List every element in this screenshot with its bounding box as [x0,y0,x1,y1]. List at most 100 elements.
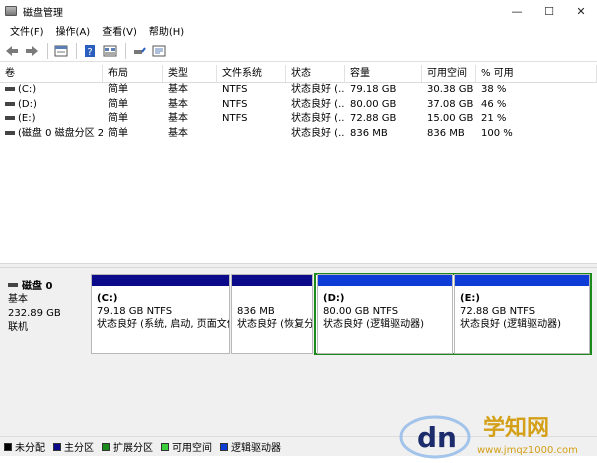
cell-percent-free: 38 % [481,84,507,95]
cell-filesystem: NTFS [222,113,248,124]
cell-layout: 简单 [108,84,128,95]
cell-status: 状态良好 (... [291,113,345,124]
minimize-button[interactable]: — [501,0,533,22]
legend-swatch [220,442,228,451]
partition-name: (C:) [97,293,118,304]
cell-free-space: 836 MB [427,127,465,139]
partition-size: 80.00 GB NTFS [323,306,399,317]
cell-capacity: 72.88 GB [350,113,397,124]
col-status[interactable]: 状态 [286,65,345,82]
menu-bar: 文件(F) 操作(A) 查看(V) 帮助(H) [0,22,597,39]
cell-status: 状态良好 (... [291,98,345,110]
cell-layout: 简单 [108,113,128,124]
col-type[interactable]: 类型 [163,65,217,82]
partition-status: 状态良好 (系统, 启动, 页面文件 [97,319,229,330]
forward-button[interactable] [23,42,41,60]
cell-type: 基本 [168,84,188,95]
cell-text: (C:) [18,84,37,95]
cell-volume: (E:) [0,112,103,127]
legend-item: 扩展分区 [102,439,153,454]
col-percent-free[interactable]: % 可用 [476,65,597,82]
logical-drive-bar [318,275,452,286]
forward-arrow-icon [26,45,38,56]
svg-text:?: ? [87,47,92,58]
help-button[interactable]: ? [81,42,99,60]
help-icon: ? [85,44,95,58]
drive-icon [5,116,15,120]
disk-connect-icon [134,46,146,54]
col-filesystem[interactable]: 文件系统 [217,65,286,82]
toolbar: ? [0,40,597,62]
disk-name: 磁盘 0 [22,281,53,292]
drive-icon [5,87,15,91]
view-icon [103,45,117,56]
drive-icon [5,101,15,106]
legend-label: 扩展分区 [113,443,153,454]
partition-status: 状态良好 (恢复分 [237,319,312,330]
connect-button[interactable] [130,42,148,60]
disk-info[interactable]: 磁盘 0 基本 232.89 GB 联机 [4,274,90,354]
drive-icon [5,130,15,135]
menu-view[interactable]: 查看(V) [96,23,143,38]
primary-partition-bar [92,275,229,286]
cell-volume: (磁盘 0 磁盘分区 2) [0,127,103,142]
col-free-space[interactable]: 可用空间 [422,65,476,82]
watermark-logo: dn 学知网 www.jmqz1000.com [399,415,578,459]
cell-percent-free: 21 % [481,113,507,124]
col-layout[interactable]: 布局 [103,65,163,82]
cell-filesystem [217,127,286,142]
toolbar-separator [47,42,48,59]
disk-status: 联机 [8,322,28,333]
legend-swatch [53,442,61,451]
primary-partition-bar [232,275,312,286]
legend-item: 可用空间 [161,439,212,454]
partition-body: (E:) 72.88 GB NTFS 状态良好 (逻辑驱动器) [455,286,589,331]
view-button[interactable] [101,42,119,60]
partition-name [237,292,307,305]
table-row[interactable]: (D:) 简单 基本 NTFS 状态良好 (... 80.00 GB 37.08… [0,98,597,113]
cell-text: (磁盘 0 磁盘分区 2) [18,127,103,139]
close-button[interactable]: ✕ [565,0,597,22]
cell-status: 状态良好 (... [291,84,345,95]
cell-free-space: 15.00 GB [427,113,474,124]
cell-volume: (C:) [0,83,103,98]
legend-label: 可用空间 [172,443,212,454]
partition-d[interactable]: (D:) 80.00 GB NTFS 状态良好 (逻辑驱动器) [317,274,453,354]
cell-status: 状态良好 (... [291,127,345,139]
menu-help[interactable]: 帮助(H) [143,23,190,38]
cell-capacity: 836 MB [350,127,388,139]
console-icon [152,45,166,56]
window-title: 磁盘管理 [23,7,63,19]
partition-c[interactable]: (C:) 79.18 GB NTFS 状态良好 (系统, 启动, 页面文件 [91,274,230,354]
maximize-button[interactable]: ☐ [533,0,565,22]
partition-recovery[interactable]: 836 MB 状态良好 (恢复分 [231,274,313,354]
partition-size: 836 MB [237,306,275,317]
cell-type: 基本 [168,113,188,124]
col-volume[interactable]: 卷 [0,65,103,82]
cell-filesystem: NTFS [222,84,248,95]
partition-body: (C:) 79.18 GB NTFS 状态良好 (系统, 启动, 页面文件 [92,286,229,331]
cell-text: (D:) [18,98,37,110]
logical-drive-bar [455,275,589,286]
back-arrow-icon [6,45,18,56]
table-row[interactable]: (E:) 简单 基本 NTFS 状态良好 (... 72.88 GB 15.00… [0,112,597,127]
console-button[interactable] [150,42,168,60]
disk-title: 磁盘 0 [8,277,90,292]
show-hide-tree-button[interactable] [52,42,70,60]
legend-swatch [161,442,169,451]
back-button[interactable] [3,42,21,60]
partition-body: (D:) 80.00 GB NTFS 状态良好 (逻辑驱动器) [318,286,452,331]
disk-management-icon [5,6,17,16]
partition-e[interactable]: (E:) 72.88 GB NTFS 状态良好 (逻辑驱动器) [454,274,590,354]
cell-capacity: 79.18 GB [350,84,397,95]
table-row[interactable]: (C:) 简单 基本 NTFS 状态良好 (... 79.18 GB 30.38… [0,83,597,98]
menu-action[interactable]: 操作(A) [50,23,97,38]
menu-file[interactable]: 文件(F) [4,23,50,38]
disk-icon [8,282,18,287]
partition-status: 状态良好 (逻辑驱动器) [323,319,424,330]
col-capacity[interactable]: 容量 [345,65,422,82]
cell-filesystem: NTFS [222,98,248,110]
legend-label: 主分区 [64,443,94,454]
legend-item: 主分区 [53,439,94,454]
table-row[interactable]: (磁盘 0 磁盘分区 2) 简单 基本 状态良好 (... 836 MB 836… [0,127,597,142]
